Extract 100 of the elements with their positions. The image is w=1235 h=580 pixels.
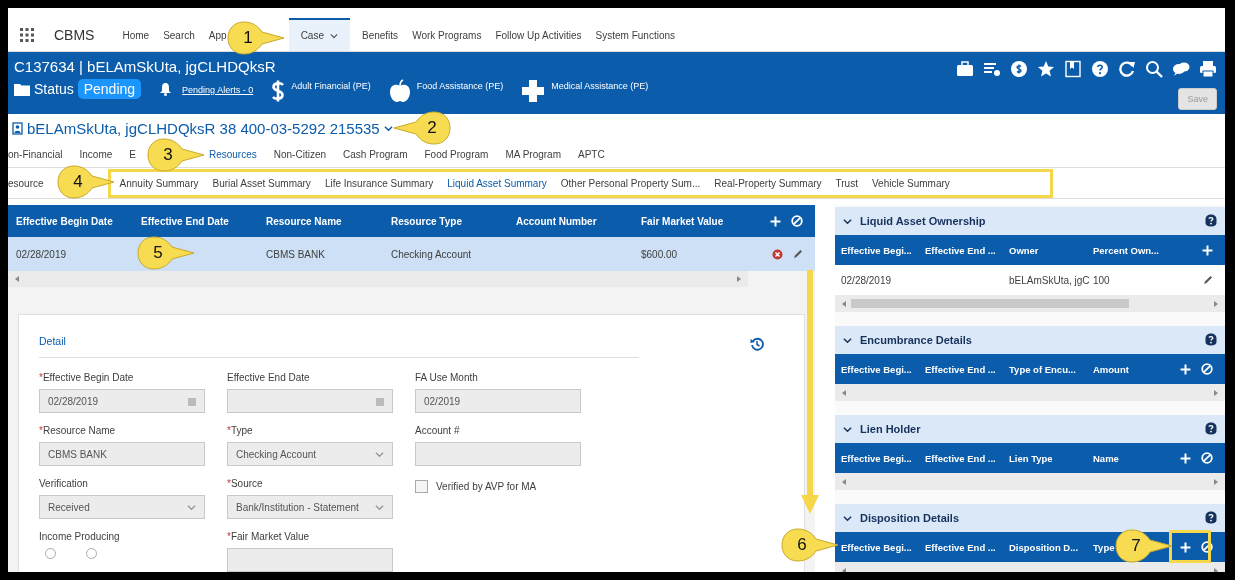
- date-field[interactable]: [227, 389, 393, 413]
- table-row[interactable]: 02/28/2019 bELAmSkUta, jgC 100: [835, 265, 1225, 295]
- add-icon[interactable]: [1180, 541, 1191, 553]
- scroll-right-icon[interactable]: [1213, 300, 1219, 307]
- tab[interactable]: E: [129, 149, 136, 160]
- dollar-coin-icon[interactable]: [1011, 61, 1027, 77]
- tab[interactable]: Resources: [208, 149, 257, 160]
- chevron-icon[interactable]: [843, 513, 852, 523]
- app-launcher-icon[interactable]: [20, 27, 34, 42]
- add-icon[interactable]: [770, 215, 781, 227]
- block-icon[interactable]: [791, 215, 803, 227]
- tab[interactable]: Cash Program: [343, 149, 408, 160]
- sub-tab[interactable]: Burial Asset Summary: [212, 177, 311, 189]
- print-icon[interactable]: [1200, 61, 1216, 78]
- scroll-left-icon[interactable]: [841, 389, 847, 396]
- input-field[interactable]: [415, 442, 581, 466]
- delete-icon[interactable]: [772, 248, 783, 260]
- person-title[interactable]: bELAmSkUta, jgCLHDQksR 38 400-03-5292 215535: [27, 119, 380, 137]
- tab[interactable]: on-Financial: [8, 149, 63, 160]
- block-icon[interactable]: [1201, 452, 1213, 464]
- tab[interactable]: Non-Citizen: [273, 149, 326, 160]
- chevron-icon[interactable]: [843, 216, 852, 226]
- nav-tab[interactable]: Case: [288, 18, 350, 51]
- scroll-right-icon[interactable]: [736, 276, 742, 282]
- date-field[interactable]: 02/28/2019: [39, 389, 205, 413]
- bookmark-icon[interactable]: [1065, 60, 1081, 78]
- refresh-icon[interactable]: [1119, 61, 1135, 77]
- list-icon[interactable]: [984, 63, 1000, 76]
- add-icon[interactable]: [1180, 363, 1191, 375]
- scroll-right-icon[interactable]: [1213, 567, 1219, 572]
- scrollbar[interactable]: [8, 271, 748, 287]
- search-icon[interactable]: [1146, 61, 1163, 78]
- scroll-right-icon[interactable]: [1213, 478, 1219, 485]
- briefcase-icon[interactable]: [957, 61, 973, 76]
- section-header[interactable]: Liquid Asset Ownership: [835, 207, 1225, 235]
- scrollbar[interactable]: [835, 295, 1225, 312]
- select-field[interactable]: Received: [39, 495, 205, 519]
- sub-tab[interactable]: Vehicle Summary: [871, 177, 950, 189]
- table-cell-text: CBMS BANK: [265, 248, 326, 260]
- star-icon[interactable]: [1038, 61, 1054, 77]
- add-icon[interactable]: [1202, 244, 1213, 256]
- callout-marker: 5: [136, 235, 196, 271]
- block-icon[interactable]: [1201, 363, 1213, 375]
- checkbox[interactable]: [415, 480, 428, 493]
- help-icon[interactable]: [1205, 213, 1217, 227]
- section-header[interactable]: Lien Holder: [835, 415, 1225, 443]
- alerts-link[interactable]: Pending Alerts - 0: [182, 85, 254, 95]
- add-icon[interactable]: [1180, 452, 1191, 464]
- help-icon[interactable]: [1205, 421, 1217, 435]
- section-header[interactable]: Disposition Details: [835, 504, 1225, 532]
- tab[interactable]: APTC: [578, 149, 605, 160]
- nav-tab[interactable]: System Functions: [593, 18, 678, 51]
- pencil-icon[interactable]: [1203, 275, 1213, 285]
- help-icon[interactable]: [1092, 61, 1108, 77]
- nav-tab[interactable]: Benefits: [360, 18, 401, 51]
- scroll-thumb[interactable]: [851, 299, 1129, 308]
- input-field[interactable]: [227, 548, 393, 572]
- sub-tab[interactable]: Life Insurance Summary: [324, 177, 434, 189]
- scroll-right-icon[interactable]: [1213, 389, 1219, 396]
- sub-tab[interactable]: Trust: [835, 177, 858, 189]
- sub-tab[interactable]: esource: [8, 177, 44, 189]
- column-header: Effective Begi...: [840, 244, 913, 256]
- input-field[interactable]: CBMS BANK: [39, 442, 205, 466]
- nav-tab[interactable]: Home: [120, 18, 152, 51]
- callout-marker: 7: [1114, 528, 1174, 564]
- select-field[interactable]: Bank/Institution - Statement: [227, 495, 393, 519]
- chevron-icon[interactable]: [843, 424, 852, 434]
- history-icon[interactable]: [750, 337, 764, 351]
- sub-tab[interactable]: Real-Property Summary: [714, 177, 822, 189]
- scroll-left-icon[interactable]: [14, 276, 20, 282]
- tab[interactable]: Income: [79, 149, 113, 160]
- scrollbar[interactable]: [835, 384, 1225, 401]
- nav-tab[interactable]: App: [206, 18, 229, 51]
- tab[interactable]: MA Program: [505, 149, 561, 160]
- chevron-icon[interactable]: [330, 31, 338, 40]
- section-header[interactable]: Encumbrance Details: [835, 326, 1225, 354]
- status-label: Status: [34, 81, 74, 97]
- nav-tab[interactable]: Follow Up Activities: [493, 18, 584, 51]
- nav-tab[interactable]: Search: [161, 18, 197, 51]
- pencil-icon[interactable]: [793, 249, 803, 259]
- scroll-left-icon[interactable]: [841, 478, 847, 485]
- scrollbar[interactable]: [835, 473, 1225, 490]
- block-icon[interactable]: [1201, 541, 1213, 553]
- callout-marker: 6: [780, 527, 840, 563]
- help-icon[interactable]: [1205, 332, 1217, 346]
- select-field[interactable]: Checking Account: [227, 442, 393, 466]
- tab[interactable]: Food Program: [424, 149, 489, 160]
- chevron-icon[interactable]: [843, 335, 852, 345]
- help-icon[interactable]: [1205, 510, 1217, 524]
- sub-tab[interactable]: Liquid Asset Summary: [447, 177, 547, 189]
- nav-tab[interactable]: Work Programs: [410, 18, 484, 51]
- sub-tab[interactable]: Other Personal Property Sum...: [560, 177, 701, 189]
- input-field[interactable]: 02/2019: [415, 389, 581, 413]
- field-label: Income Producing: [39, 531, 121, 542]
- chevron-icon[interactable]: [383, 123, 393, 133]
- scroll-left-icon[interactable]: [841, 300, 847, 307]
- field-label: *Resource Name: [39, 425, 117, 436]
- scroll-left-icon[interactable]: [841, 567, 847, 572]
- sub-tab[interactable]: Annuity Summary: [119, 177, 199, 189]
- chat-icon[interactable]: [1173, 62, 1190, 76]
